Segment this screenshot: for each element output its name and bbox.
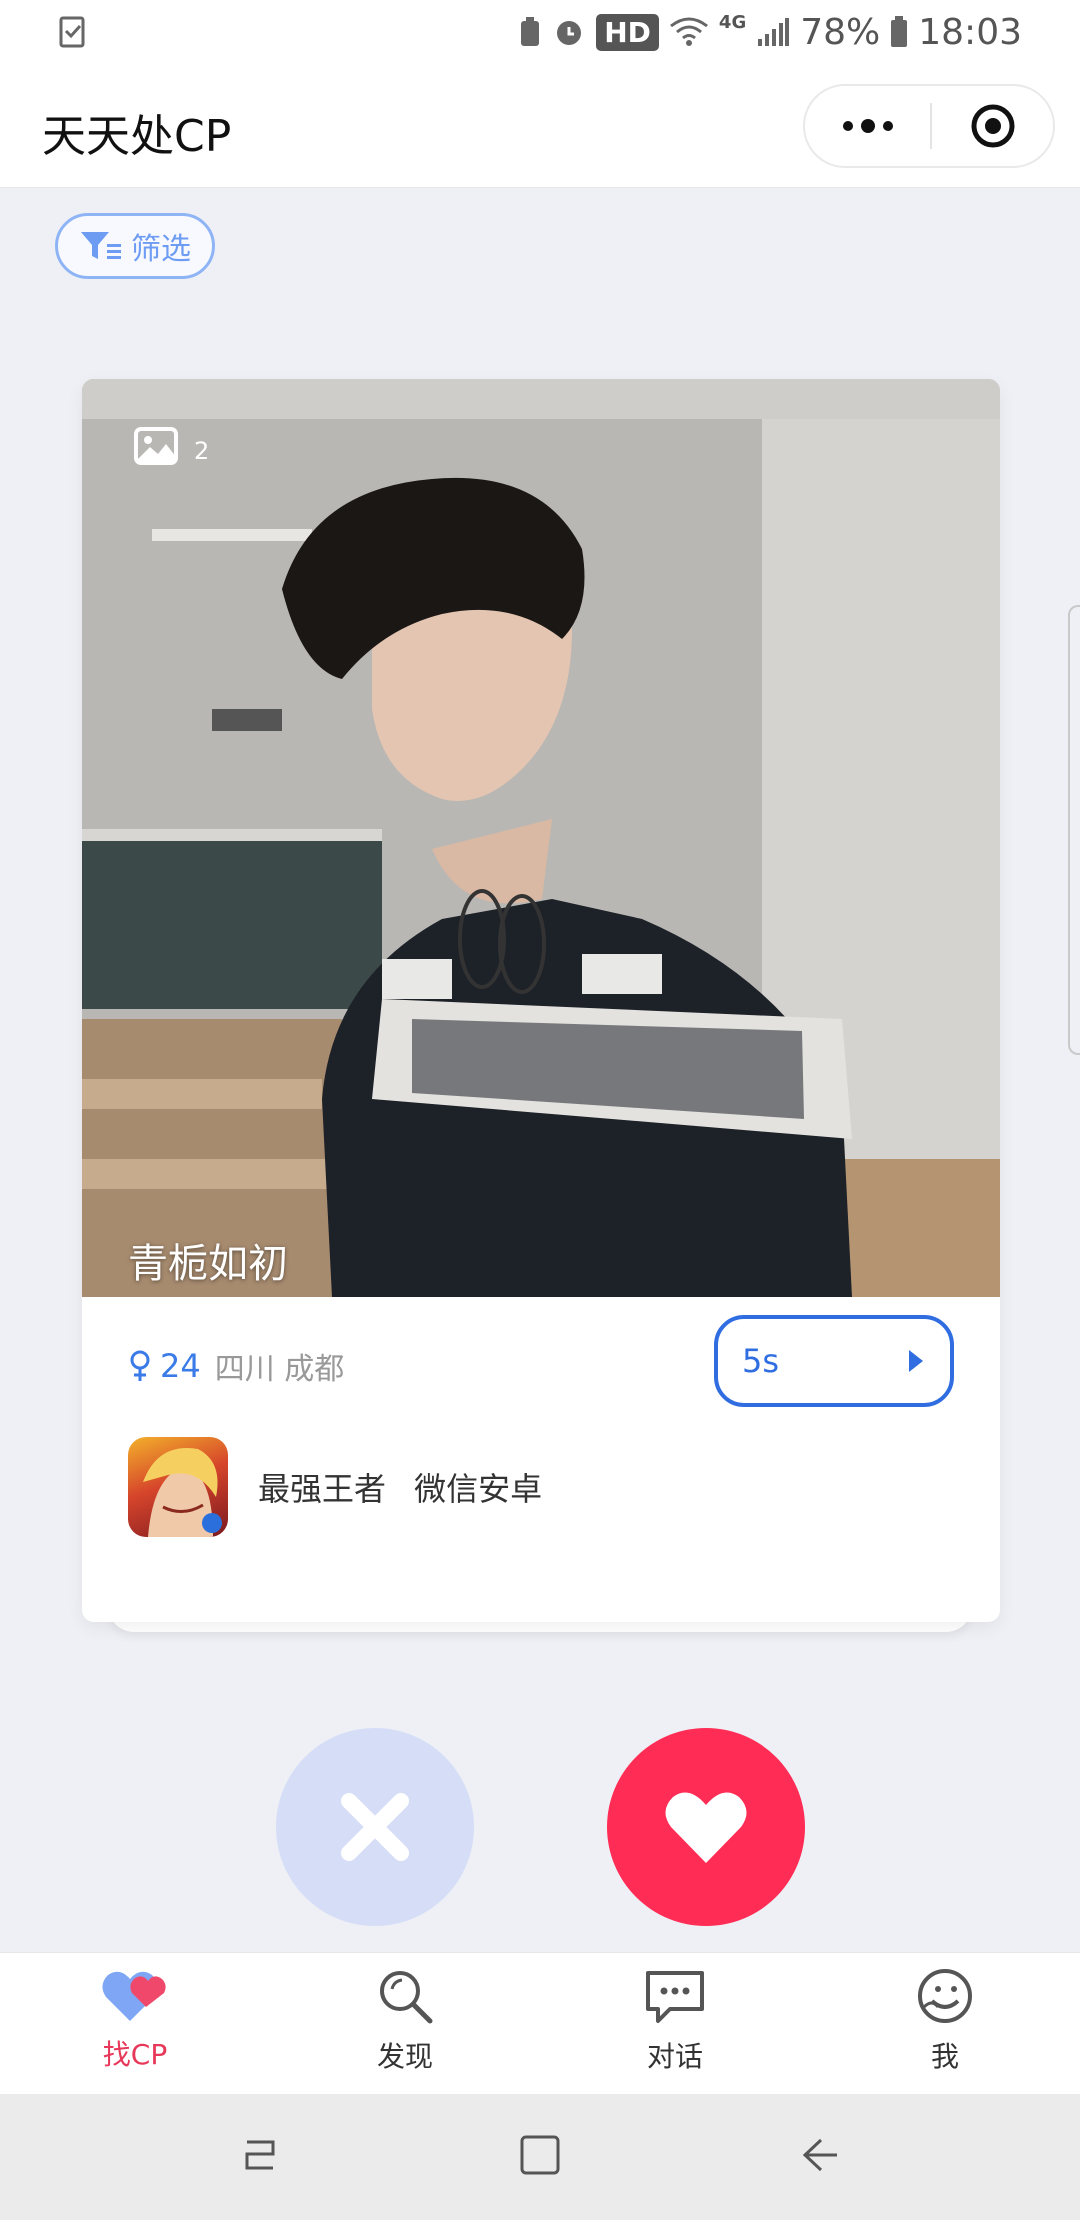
game-info: 最强王者 微信安卓 bbox=[128, 1437, 542, 1537]
recent-apps-button[interactable] bbox=[237, 2132, 283, 2182]
hd-badge: HD bbox=[596, 13, 659, 51]
clock: 18:03 bbox=[918, 11, 1022, 53]
game-tags: 最强王者 微信安卓 bbox=[258, 1470, 543, 1508]
chat-icon bbox=[646, 1971, 704, 2023]
tab-chat[interactable]: 对话 bbox=[540, 1953, 810, 2095]
double-heart-icon bbox=[102, 1971, 166, 2021]
more-button[interactable] bbox=[805, 86, 930, 166]
battery-percent: 78% bbox=[800, 11, 881, 53]
tab-label: 对话 bbox=[646, 2040, 703, 2073]
tab-discover[interactable]: 发现 bbox=[270, 1953, 540, 2095]
back-arrow-icon bbox=[802, 2138, 837, 2172]
battery-icon bbox=[891, 16, 908, 47]
female-icon bbox=[130, 1350, 150, 1381]
bottom-tab-bar: 找CP 发现 对话 我 bbox=[0, 1952, 1080, 2095]
tab-label: 找CP bbox=[102, 2038, 168, 2071]
target-close-icon bbox=[971, 104, 1014, 148]
tab-me[interactable]: 我 bbox=[810, 1953, 1080, 2095]
profile-name: 青栀如初 bbox=[128, 1241, 288, 1287]
mini-program-header: 天天处CP bbox=[0, 64, 1080, 188]
profile-location: 四川 成都 bbox=[214, 1352, 345, 1387]
photo-count-value: 2 bbox=[194, 437, 210, 465]
voice-duration: 5s bbox=[742, 1342, 780, 1380]
capsule-menu bbox=[803, 84, 1055, 168]
photo-count: 2 bbox=[134, 427, 209, 465]
photo-illustration bbox=[82, 379, 1000, 1297]
signal-icon bbox=[758, 18, 790, 46]
close-mini-program-button[interactable] bbox=[932, 86, 1053, 166]
play-icon bbox=[909, 1350, 923, 1372]
dislike-button[interactable] bbox=[276, 1728, 474, 1926]
notification-icon bbox=[59, 16, 85, 48]
tab-find-cp[interactable]: 找CP bbox=[0, 1953, 270, 2095]
edge-panel-handle[interactable] bbox=[1068, 605, 1080, 1055]
heart-icon bbox=[665, 1792, 747, 1863]
home-icon bbox=[520, 2135, 560, 2175]
system-nav-bar bbox=[0, 2094, 1080, 2220]
wifi-icon bbox=[670, 17, 708, 46]
back-button[interactable] bbox=[797, 2132, 843, 2182]
alarm-icon bbox=[557, 21, 582, 45]
profile-info: 24 四川 成都 bbox=[128, 1344, 344, 1388]
gallery-icon bbox=[134, 427, 178, 465]
like-button[interactable] bbox=[607, 1728, 805, 1926]
filter-label: 筛选 bbox=[131, 232, 191, 267]
network-type: 4G bbox=[718, 11, 747, 33]
recent-apps-icon bbox=[245, 2140, 275, 2170]
tab-label: 发现 bbox=[376, 2040, 433, 2073]
game-app-icon bbox=[128, 1437, 228, 1537]
search-icon bbox=[380, 1971, 433, 2024]
tab-label: 我 bbox=[930, 2040, 959, 2073]
voice-intro-button[interactable]: 5s bbox=[714, 1315, 954, 1407]
profile-photo[interactable]: 2 青栀如初 bbox=[82, 379, 1000, 1297]
profile-face-icon bbox=[918, 1969, 972, 2023]
filter-button[interactable]: 筛选 bbox=[55, 213, 215, 279]
profile-card[interactable]: 2 青栀如初 24 四川 成都 5s 最强王者 微信安卓 bbox=[82, 379, 1000, 1622]
filter-icon bbox=[81, 232, 121, 259]
battery-saver-icon bbox=[521, 17, 540, 46]
page-title: 天天处CP bbox=[42, 111, 232, 162]
close-icon bbox=[341, 1793, 409, 1861]
status-bar: HD 4G 78% 18:03 bbox=[0, 0, 1080, 64]
profile-age: 24 bbox=[160, 1347, 201, 1385]
more-dots-icon bbox=[842, 119, 893, 133]
home-button[interactable] bbox=[517, 2132, 563, 2182]
